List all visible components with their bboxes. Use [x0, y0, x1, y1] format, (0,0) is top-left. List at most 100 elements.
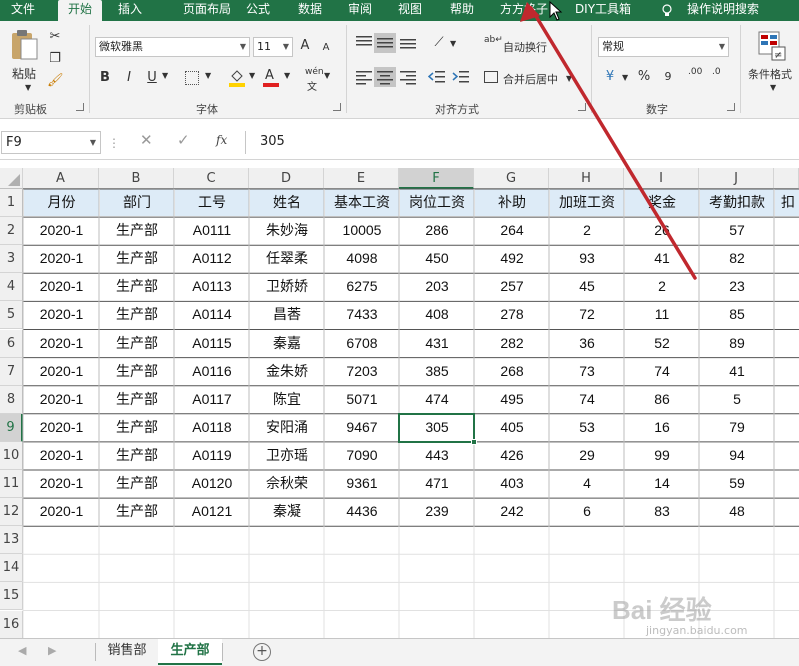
underline-dropdown-icon[interactable]: ▼ [162, 71, 168, 80]
cell-month[interactable]: 2020-1 [24, 498, 99, 525]
header-cell-month[interactable]: 月份 [24, 189, 99, 217]
header-cell-id[interactable]: 工号 [175, 189, 249, 217]
sheet-tab-production[interactable]: 生产部 [158, 639, 222, 665]
header-cell-subsidy[interactable]: 补助 [475, 189, 549, 217]
column-header-b[interactable]: B [99, 168, 174, 189]
tab-home[interactable]: 开始 [58, 0, 102, 21]
align-right-icon[interactable] [399, 69, 417, 85]
borders-icon[interactable] [185, 71, 199, 85]
format-painter-icon[interactable]: 🖌 [47, 73, 64, 89]
column-header-partial[interactable] [774, 168, 799, 189]
cell-subsidy[interactable]: 264 [475, 217, 549, 244]
cell-month[interactable]: 2020-1 [24, 442, 99, 469]
cell-dept[interactable]: 生产部 [100, 358, 174, 385]
cell-deduction[interactable]: 41 [700, 358, 774, 385]
cell-overtime[interactable]: 72 [550, 301, 624, 328]
cell-subsidy[interactable]: 495 [475, 386, 549, 413]
cell-overtime[interactable]: 4 [550, 470, 624, 497]
font-color-icon[interactable]: A [262, 68, 280, 88]
merge-center-icon[interactable] [484, 71, 498, 83]
formula-bar-grip-icon[interactable]: ⋮ [108, 135, 120, 151]
cell-id[interactable]: A0118 [175, 414, 249, 441]
number-format-combo[interactable]: 常规 ▼ [598, 37, 729, 57]
cell-post[interactable]: 239 [400, 498, 474, 525]
cell-bonus[interactable]: 52 [625, 330, 699, 357]
cell-name[interactable]: 金朱娇 [250, 358, 324, 385]
cell-post[interactable]: 203 [400, 273, 474, 300]
conditional-format-button[interactable]: 条件格式 [748, 66, 792, 82]
decrease-decimal-icon[interactable]: .0 [712, 67, 721, 77]
row-header-2[interactable]: 2 [0, 217, 23, 246]
cell-name[interactable]: 安阳涌 [250, 414, 324, 441]
cell-overtime[interactable]: 45 [550, 273, 624, 300]
cell-dept[interactable]: 生产部 [100, 301, 174, 328]
cell-id[interactable]: A0112 [175, 245, 249, 272]
row-header-15[interactable]: 15 [0, 582, 23, 611]
cell-overtime[interactable]: 73 [550, 358, 624, 385]
cell-overtime[interactable]: 93 [550, 245, 624, 272]
row-header-10[interactable]: 10 [0, 441, 23, 470]
row-header-14[interactable]: 14 [0, 554, 23, 583]
comma-style-button[interactable]: 9 [660, 69, 676, 85]
cell-dept[interactable]: 生产部 [100, 245, 174, 272]
cell-subsidy[interactable]: 405 [475, 414, 549, 441]
cell-base[interactable]: 7090 [325, 442, 399, 469]
shrink-font-icon[interactable]: A [320, 40, 332, 56]
cell-name[interactable]: 任翠柔 [250, 245, 324, 272]
currency-dropdown-icon[interactable]: ▼ [622, 73, 628, 82]
tab-help[interactable]: 帮助 [442, 0, 482, 21]
cell-overtime[interactable]: 2 [550, 217, 624, 244]
cell-id[interactable]: A0121 [175, 498, 249, 525]
cell-bonus[interactable]: 86 [625, 386, 699, 413]
merge-dropdown-icon[interactable]: ▼ [566, 74, 572, 83]
cell-post[interactable]: 305 [400, 414, 474, 441]
select-all-corner[interactable] [0, 168, 23, 189]
cell-name[interactable]: 佘秋荣 [250, 470, 324, 497]
cell-base[interactable]: 9467 [325, 414, 399, 441]
phonetic-dropdown-icon[interactable]: ▼ [324, 71, 330, 80]
column-header-j[interactable]: J [699, 168, 774, 189]
tab-data[interactable]: 数据 [290, 0, 330, 21]
wrap-text-button[interactable]: 自动换行 [503, 39, 547, 55]
cell-name[interactable]: 卫亦瑶 [250, 442, 324, 469]
cell-deduction[interactable]: 59 [700, 470, 774, 497]
cell-subsidy[interactable]: 492 [475, 245, 549, 272]
cell-bonus[interactable]: 16 [625, 414, 699, 441]
align-bottom-icon[interactable] [399, 35, 417, 51]
insert-function-icon[interactable]: fx [216, 133, 236, 153]
cell-dept[interactable]: 生产部 [100, 386, 174, 413]
cell-post[interactable]: 385 [400, 358, 474, 385]
tell-me-search[interactable]: 操作说明搜索 [680, 0, 766, 21]
cell-id[interactable]: A0117 [175, 386, 249, 413]
formula-input[interactable]: 305 [245, 131, 799, 154]
cell-dept[interactable]: 生产部 [100, 217, 174, 244]
cell-id[interactable]: A0119 [175, 442, 249, 469]
cell-deduction[interactable]: 23 [700, 273, 774, 300]
font-launcher-icon[interactable] [333, 103, 341, 111]
cell-overtime[interactable]: 36 [550, 330, 624, 357]
conditional-format-icon[interactable]: ≠ [758, 31, 786, 61]
cell-overtime[interactable]: 6 [550, 498, 624, 525]
column-header-h[interactable]: H [549, 168, 624, 189]
row-header-13[interactable]: 13 [0, 526, 23, 555]
sheet-tab-sales[interactable]: 销售部 [96, 639, 158, 665]
cell-base[interactable]: 6708 [325, 330, 399, 357]
cell-post[interactable]: 450 [400, 245, 474, 272]
cell-dept[interactable]: 生产部 [100, 330, 174, 357]
header-cell-post[interactable]: 岗位工资 [400, 189, 474, 217]
copy-icon[interactable]: ❐ [47, 51, 63, 67]
fill-color-icon[interactable] [228, 68, 246, 88]
row-header-16[interactable]: 16 [0, 610, 23, 639]
italic-button[interactable]: I [122, 70, 136, 86]
cell-post[interactable]: 408 [400, 301, 474, 328]
cell-post[interactable]: 471 [400, 470, 474, 497]
header-cell-deduction[interactable]: 考勤扣款 [700, 189, 774, 217]
tab-insert[interactable]: 插入 [108, 0, 152, 21]
scroll-sheets-left-icon[interactable]: ◀ [18, 644, 26, 657]
orientation-icon[interactable]: ⟋ [430, 35, 448, 51]
cell-bonus[interactable]: 26 [625, 217, 699, 244]
cell-base[interactable]: 4436 [325, 498, 399, 525]
alignment-launcher-icon[interactable] [578, 103, 586, 111]
cell-bonus[interactable]: 74 [625, 358, 699, 385]
cell-month[interactable]: 2020-1 [24, 414, 99, 441]
